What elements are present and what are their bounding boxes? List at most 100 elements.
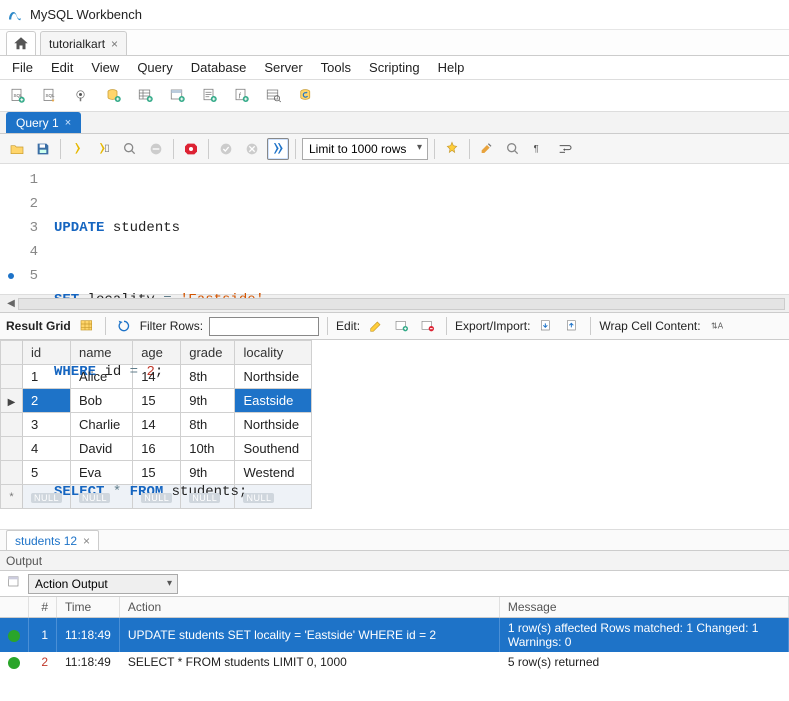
- create-table-button[interactable]: [134, 84, 158, 108]
- svg-text:⇅A: ⇅A: [711, 322, 724, 331]
- limit-rows-select[interactable]: Limit to 1000 rows: [302, 138, 428, 160]
- save-button[interactable]: [32, 138, 54, 160]
- filter-rows-label: Filter Rows:: [140, 319, 203, 333]
- row-header[interactable]: [1, 461, 23, 485]
- output-message: 1 row(s) affected Rows matched: 1 Change…: [499, 618, 788, 653]
- word-wrap-button[interactable]: [554, 138, 576, 160]
- beautify-button[interactable]: [441, 138, 463, 160]
- separator: [446, 317, 447, 335]
- menu-file[interactable]: File: [4, 57, 41, 78]
- find-button[interactable]: [502, 138, 524, 160]
- svg-text:ƒ: ƒ: [238, 92, 241, 98]
- execute-button[interactable]: [67, 138, 89, 160]
- create-procedure-button[interactable]: [198, 84, 222, 108]
- output-row[interactable]: 211:18:49SELECT * FROM students LIMIT 0,…: [0, 652, 789, 672]
- filter-rows-input[interactable]: [209, 317, 319, 336]
- editor-horizontal-scrollbar[interactable]: ◀: [0, 294, 789, 312]
- query-tab-label: Query 1: [16, 116, 59, 130]
- toggle-invisible-button[interactable]: ¶: [528, 138, 550, 160]
- limit-rows-select-wrap[interactable]: Limit to 1000 rows: [302, 138, 428, 160]
- delete-row-button[interactable]: [418, 316, 438, 336]
- menu-query[interactable]: Query: [129, 57, 180, 78]
- explain-button[interactable]: [119, 138, 141, 160]
- result-grid-view-icon[interactable]: [77, 316, 97, 336]
- open-file-button[interactable]: [6, 138, 28, 160]
- output-row[interactable]: 111:18:49UPDATE students SET locality = …: [0, 618, 789, 653]
- code-line[interactable]: UPDATE students: [54, 216, 264, 240]
- refresh-button[interactable]: [114, 316, 134, 336]
- menu-database[interactable]: Database: [183, 57, 255, 78]
- statement-marker-icon: [8, 273, 14, 279]
- menu-view[interactable]: View: [83, 57, 127, 78]
- output-action: UPDATE students SET locality = 'Eastside…: [119, 618, 499, 653]
- query-tab[interactable]: Query 1 ×: [6, 112, 81, 133]
- separator: [434, 139, 435, 159]
- output-time: 11:18:49: [57, 652, 120, 672]
- output-col-time[interactable]: Time: [57, 597, 120, 618]
- add-row-button[interactable]: [392, 316, 412, 336]
- row-header[interactable]: [1, 437, 23, 461]
- editor-code[interactable]: UPDATE students SET locality = 'Eastside…: [48, 164, 264, 294]
- home-tab[interactable]: [6, 31, 36, 55]
- output-view-button[interactable]: [6, 574, 22, 593]
- row-header[interactable]: [1, 365, 23, 389]
- result-grid-toolbar: Result Grid Filter Rows: Edit: Export/Im…: [0, 312, 789, 340]
- row-header[interactable]: [1, 389, 23, 413]
- stop-on-error-button[interactable]: [180, 138, 202, 160]
- inspector-button[interactable]: [70, 84, 94, 108]
- menubar: File Edit View Query Database Server Too…: [0, 56, 789, 80]
- output-col-status: [0, 597, 29, 618]
- scroll-left-icon[interactable]: ◀: [4, 297, 18, 311]
- output-type-select-wrap[interactable]: Action Output: [28, 574, 178, 594]
- import-button[interactable]: [562, 316, 582, 336]
- close-icon[interactable]: ×: [111, 37, 118, 51]
- create-function-button[interactable]: ƒ: [230, 84, 254, 108]
- separator: [590, 317, 591, 335]
- stop-button[interactable]: [145, 138, 167, 160]
- sql-editor[interactable]: 1 2 3 4 5 UPDATE students SET locality =…: [0, 164, 789, 294]
- connection-tab-label: tutorialkart: [49, 37, 105, 51]
- svg-text:¶: ¶: [534, 143, 539, 153]
- commit-button[interactable]: [215, 138, 237, 160]
- menu-server[interactable]: Server: [256, 57, 310, 78]
- output-col-action[interactable]: Action: [119, 597, 499, 618]
- execute-current-button[interactable]: [93, 138, 115, 160]
- wrap-cell-button[interactable]: ⇅A: [707, 316, 727, 336]
- row-header[interactable]: [1, 413, 23, 437]
- status-cell: [0, 652, 29, 672]
- window-title: MySQL Workbench: [30, 7, 142, 22]
- reconnect-button[interactable]: [294, 84, 318, 108]
- output-col-message[interactable]: Message: [499, 597, 788, 618]
- main-toolbar: SQL SQL ƒ: [0, 80, 789, 112]
- output-grid[interactable]: # Time Action Message 111:18:49UPDATE st…: [0, 597, 789, 672]
- output-col-num[interactable]: #: [29, 597, 57, 618]
- connection-tab[interactable]: tutorialkart ×: [40, 31, 127, 55]
- search-table-data-button[interactable]: [262, 84, 286, 108]
- new-sql-tab-button[interactable]: SQL: [6, 84, 30, 108]
- open-sql-file-button[interactable]: SQL: [38, 84, 62, 108]
- autocommit-toggle[interactable]: [267, 138, 289, 160]
- rollback-button[interactable]: [241, 138, 263, 160]
- menu-scripting[interactable]: Scripting: [361, 57, 428, 78]
- close-icon[interactable]: ×: [83, 534, 90, 548]
- create-schema-button[interactable]: [102, 84, 126, 108]
- separator: [327, 317, 328, 335]
- output-message: 5 row(s) returned: [499, 652, 788, 672]
- scroll-track[interactable]: [18, 298, 785, 310]
- connection-tabstrip: tutorialkart ×: [0, 30, 789, 56]
- menu-edit[interactable]: Edit: [43, 57, 81, 78]
- close-icon[interactable]: ×: [65, 117, 71, 129]
- output-action: SELECT * FROM students LIMIT 0, 1000: [119, 652, 499, 672]
- output-num: 2: [29, 652, 57, 672]
- create-view-button[interactable]: [166, 84, 190, 108]
- menu-tools[interactable]: Tools: [313, 57, 359, 78]
- export-button[interactable]: [536, 316, 556, 336]
- brush-button[interactable]: [476, 138, 498, 160]
- output-type-select[interactable]: Action Output: [28, 574, 178, 594]
- output-toolbar: Action Output: [0, 571, 789, 597]
- menu-help[interactable]: Help: [430, 57, 473, 78]
- svg-text:SQL: SQL: [46, 92, 56, 97]
- edit-row-button[interactable]: [366, 316, 386, 336]
- result-tab-label: students 12: [15, 534, 77, 548]
- result-tab[interactable]: students 12 ×: [6, 530, 99, 550]
